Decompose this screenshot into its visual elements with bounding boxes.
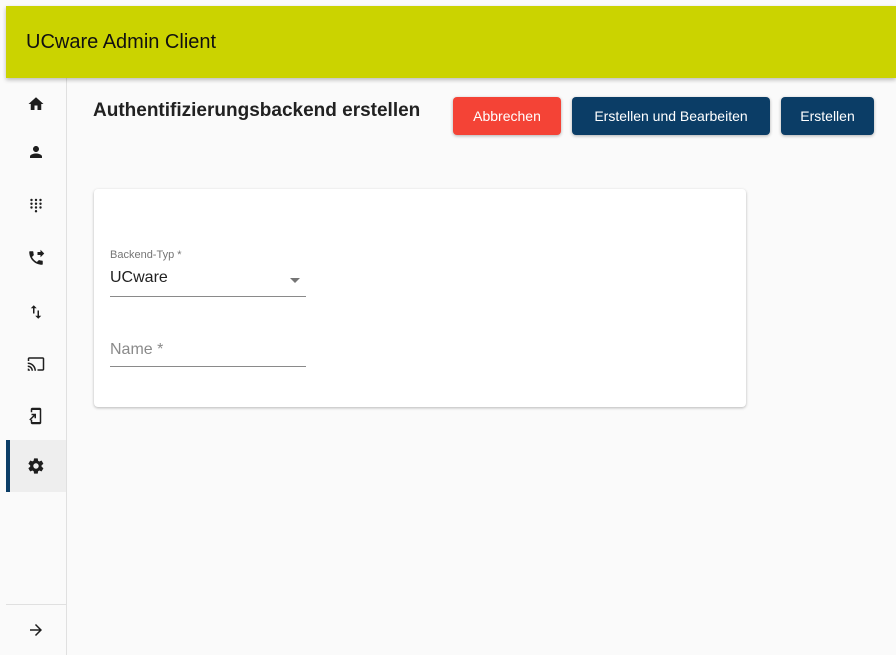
sidebar-item-users[interactable] [6,126,66,178]
page-title: Authentifizierungsbackend erstellen [93,100,421,121]
settings-icon [28,458,44,474]
sidebar-item-transfer[interactable] [6,286,66,338]
name-input[interactable] [110,337,306,366]
sidebar-item-home[interactable] [6,78,66,130]
sidebar-item-cast[interactable] [6,338,66,390]
sidebar-item-dialpad[interactable] [6,180,66,232]
dialpad-icon [30,198,42,213]
app-title: UCware Admin Client [26,31,217,53]
create-and-edit-button[interactable]: Erstellen und Bearbeiten [572,97,770,135]
arrow-right-icon [30,624,42,636]
home-icon [28,97,44,110]
sidebar-item-settings[interactable] [6,440,66,492]
dropdown-arrow-icon [290,278,300,283]
phone-forward-icon [29,249,45,265]
backend-type-select[interactable]: UCware [110,267,306,297]
sidebar-item-devices[interactable] [6,390,66,442]
sidebar [6,78,67,655]
backend-type-label: Backend-Typ * [110,249,182,261]
cast-icon [27,357,45,371]
phonelink-setup-icon [29,407,42,425]
name-field[interactable] [110,337,306,367]
backend-type-value: UCware [110,269,168,286]
sidebar-expand-button[interactable] [6,604,66,655]
form-card: Backend-Typ * UCware [94,189,746,407]
app-header: UCware Admin Client [6,6,896,78]
create-button[interactable]: Erstellen [781,97,874,135]
swap-vert-icon [30,305,42,319]
person-icon [30,146,42,158]
sidebar-item-call-forwarding[interactable] [6,232,66,284]
cancel-button[interactable]: Abbrechen [453,97,561,135]
